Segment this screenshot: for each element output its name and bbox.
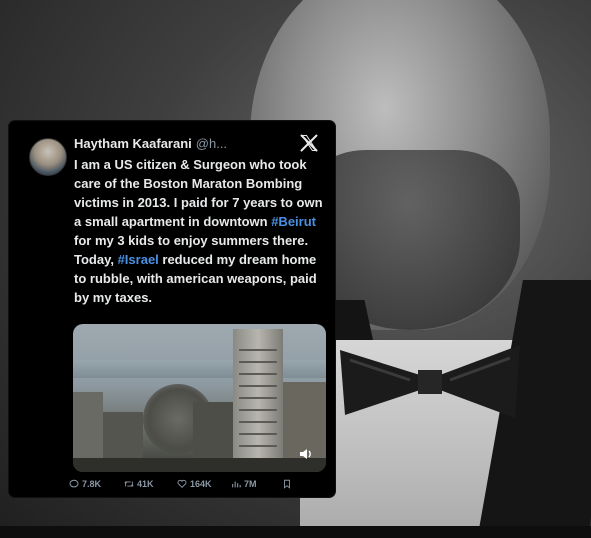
video-tower	[233, 329, 283, 472]
video-sea	[73, 360, 326, 378]
reply-button[interactable]: 7.8K	[69, 479, 101, 489]
author-name[interactable]: Haytham Kaafarani	[74, 136, 192, 151]
views-count: 7M	[244, 479, 257, 489]
tweet-video[interactable]	[73, 324, 326, 472]
like-button[interactable]: 164K	[177, 479, 212, 489]
hashtag-beirut[interactable]: #Beirut	[271, 214, 316, 229]
reply-icon	[69, 479, 79, 488]
like-count: 164K	[190, 479, 212, 489]
video-ground	[73, 458, 326, 472]
tweet-text: I am a US citizen & Surgeon who took car…	[74, 155, 324, 307]
heart-icon	[177, 479, 187, 488]
avatar[interactable]	[29, 138, 67, 176]
author-handle[interactable]: @h...	[196, 136, 227, 151]
background-bowtie	[340, 345, 520, 418]
x-logo-icon	[300, 134, 318, 152]
reply-count: 7.8K	[82, 479, 102, 489]
bottom-bar	[0, 526, 591, 538]
repost-icon	[124, 481, 134, 487]
tweet-card: Haytham Kaafarani @h... I am a US citizen…	[9, 121, 335, 497]
views-icon	[232, 481, 241, 488]
views-button[interactable]: 7M	[231, 479, 257, 489]
repost-count: 41K	[137, 479, 154, 489]
hashtag-israel[interactable]: #Israel	[118, 252, 159, 267]
sound-icon[interactable]	[298, 446, 314, 462]
tweet-actions: 7.8K 41K 164K 7M	[69, 479, 329, 493]
bookmark-button[interactable]	[282, 479, 292, 489]
tweet-author[interactable]: Haytham Kaafarani @h...	[74, 136, 324, 156]
repost-button[interactable]: 41K	[124, 479, 154, 489]
bookmark-icon	[284, 479, 290, 489]
